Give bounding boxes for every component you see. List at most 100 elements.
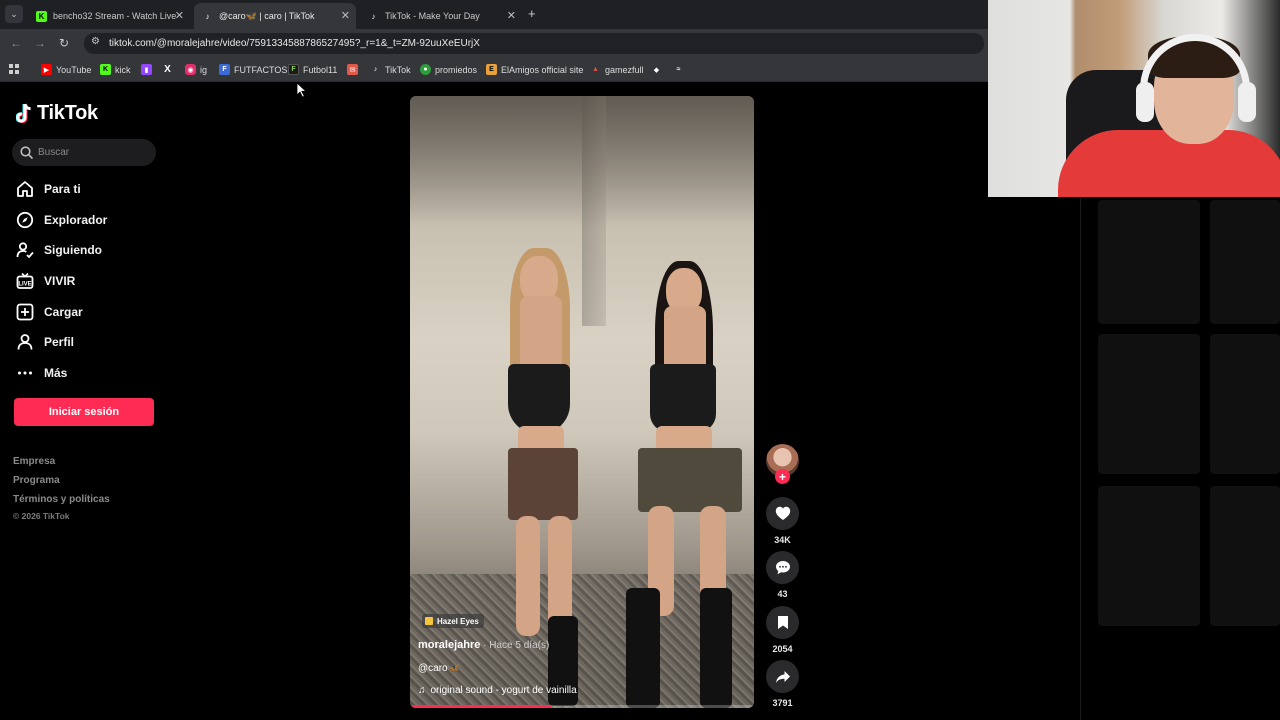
tab-title: @caro🦋 | caro | TikTok	[219, 10, 315, 21]
tab-tiktok-home[interactable]: ♪ TikTok - Make Your Day ✕	[360, 3, 522, 29]
close-icon[interactable]: ✕	[341, 9, 350, 22]
tab-tiktok-caro[interactable]: ♪ @caro🦋 | caro | TikTok ✕	[194, 3, 356, 29]
tiktok-icon: ♪	[373, 66, 378, 73]
headphone-cup	[1136, 82, 1154, 122]
comment-count: 43	[777, 589, 788, 599]
footer-link-empresa[interactable]: Empresa	[13, 456, 55, 467]
bookmark-twitch[interactable]: ▮	[141, 64, 156, 75]
login-button[interactable]: Iniciar sesión	[14, 398, 154, 426]
search-box[interactable]	[12, 139, 156, 166]
x-icon: X	[164, 64, 171, 75]
address-bar[interactable]: ⚙ tiktok.com/@moralejahre/video/75913345…	[84, 33, 984, 54]
share-button[interactable]	[766, 660, 799, 693]
back-arrow-icon[interactable]: ←	[10, 36, 22, 50]
bookmark-elamigos[interactable]: E ElAmigos official site	[486, 64, 583, 75]
tiktok-logo[interactable]: TikTok	[15, 102, 98, 125]
bookmark-kick[interactable]: Kkick	[100, 64, 131, 75]
webcam-overlay	[988, 0, 1280, 197]
footer-link-terminos[interactable]: Términos y políticas	[13, 494, 110, 505]
forward-arrow-icon[interactable]: →	[34, 36, 46, 50]
tiktok-logo-icon	[15, 103, 34, 125]
bookmark-icon	[777, 616, 788, 629]
bookmark-promiedos[interactable]: ● promiedos	[420, 64, 477, 75]
effect-sticker[interactable]: Hazel Eyes	[422, 614, 484, 628]
close-icon[interactable]: ✕	[507, 9, 516, 22]
placeholder-card	[1210, 334, 1280, 474]
bookmark-gamezfull[interactable]: ▲ gamezfull	[590, 64, 644, 75]
video-author[interactable]: moralejahre · Hace 5 día(s)	[418, 639, 549, 651]
live-icon: LIVE	[15, 271, 35, 291]
profile-icon	[15, 332, 35, 352]
youtube-icon: ▶	[41, 64, 52, 75]
nav-label: Para ti	[44, 182, 81, 196]
apps-grid-icon[interactable]	[9, 64, 20, 75]
nav-label: Explorador	[44, 213, 108, 227]
bookmark-mail[interactable]: ✉	[347, 64, 362, 75]
nav-item-perfil[interactable]: Perfil	[15, 330, 74, 354]
close-icon[interactable]: ✕	[175, 9, 184, 22]
upload-icon	[15, 302, 35, 322]
video-scene-pillar	[582, 96, 606, 326]
nav-item-vivir[interactable]: LIVE VIVIR	[15, 269, 75, 293]
nav-item-cargar[interactable]: Cargar	[15, 300, 83, 324]
video-sound[interactable]: ♫ original sound - yogurt de vainilla	[418, 685, 577, 696]
heart-icon	[775, 506, 790, 520]
bookmark-ig[interactable]: ◉ ig	[185, 64, 207, 75]
bookmark-futbol11[interactable]: F Futbol11	[288, 64, 337, 75]
sticker-label: Hazel Eyes	[437, 616, 479, 626]
elamigos-icon: E	[486, 64, 497, 75]
search-icon	[20, 146, 33, 164]
search-input[interactable]	[38, 144, 148, 161]
gamezfull-icon: ▲	[592, 66, 599, 73]
tab-kick-stream[interactable]: K bencho32 Stream - Watch Live ✕	[28, 3, 190, 29]
like-button[interactable]	[766, 497, 799, 530]
address-url[interactable]: tiktok.com/@moralejahre/video/7591334588…	[109, 38, 480, 49]
mouse-cursor-icon	[296, 82, 308, 98]
copyright-text: © 2026 TikTok	[13, 511, 70, 521]
follow-plus-icon[interactable]: +	[775, 469, 790, 484]
tab-search-chevron-icon[interactable]: ⌄	[5, 5, 23, 23]
bookmark-futfactos[interactable]: F FUTFACTOS	[219, 64, 287, 75]
translate-icon: ≈	[676, 66, 681, 73]
comment-icon	[775, 561, 790, 575]
site-info-icon[interactable]: ⚙	[91, 36, 100, 47]
futbol11-icon: F	[288, 64, 299, 75]
webcam-shirt	[1058, 130, 1280, 197]
bookmark-diamond[interactable]: ◆	[651, 64, 666, 75]
footer-link-programa[interactable]: Programa	[13, 475, 60, 486]
nav-item-para-ti[interactable]: Para ti	[15, 177, 81, 201]
nav-item-explorador[interactable]: Explorador	[15, 208, 107, 232]
home-icon	[15, 179, 35, 199]
futfactos-icon: F	[219, 64, 230, 75]
instagram-icon: ◉	[185, 64, 196, 75]
video-caption[interactable]: @caro🦋	[418, 663, 460, 674]
tiktok-logo-text: TikTok	[37, 102, 98, 124]
share-icon	[775, 670, 790, 683]
nav-label: Cargar	[44, 305, 83, 319]
new-tab-plus-icon[interactable]: +	[528, 6, 536, 21]
tiktok-icon: ♪	[371, 11, 376, 21]
nav-item-mas[interactable]: Más	[15, 361, 67, 385]
comment-button[interactable]	[766, 551, 799, 584]
tab-title: TikTok - Make Your Day	[385, 11, 480, 21]
bookmark-youtube[interactable]: ▶ YouTube	[41, 64, 91, 75]
svg-text:LIVE: LIVE	[18, 281, 31, 287]
headphone-cup	[1238, 82, 1256, 122]
bookmark-x[interactable]: X	[162, 64, 177, 75]
kick-icon: K	[36, 10, 47, 22]
tiktok-icon: ♪	[205, 11, 210, 21]
twitch-icon: ▮	[141, 64, 152, 75]
reload-icon[interactable]: ↻	[59, 36, 69, 50]
nav-item-siguiendo[interactable]: Siguiendo	[15, 238, 102, 262]
bookmark-translate[interactable]: ≈	[673, 64, 688, 75]
sound-title: original sound - yogurt de vainilla	[430, 685, 577, 696]
video-progress-bar[interactable]	[410, 705, 754, 708]
bookmark-tiktok[interactable]: ♪ TikTok	[370, 64, 411, 75]
save-button[interactable]	[766, 606, 799, 639]
mail-icon: ✉	[347, 64, 358, 75]
diamond-icon: ◆	[653, 66, 660, 74]
promiedos-icon: ●	[420, 64, 431, 75]
author-name[interactable]: moralejahre	[418, 639, 480, 651]
save-count: 2054	[772, 644, 793, 654]
nav-label: Siguiendo	[44, 243, 102, 257]
